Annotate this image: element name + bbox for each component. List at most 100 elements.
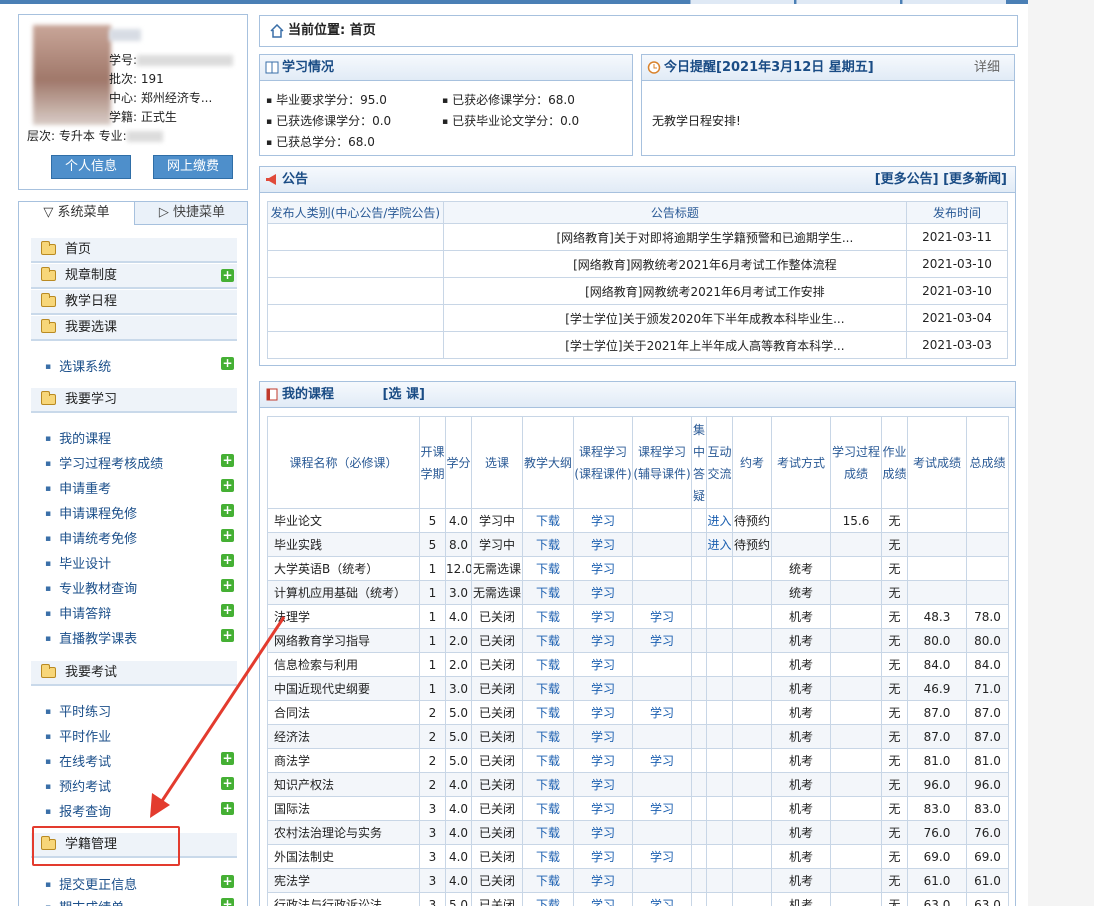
menu-item-course-system[interactable]: 选课系统 <box>45 356 111 375</box>
top-nav-button[interactable] <box>690 0 794 4</box>
top-nav-button[interactable] <box>796 0 900 4</box>
courseware-link[interactable]: 学习 <box>573 556 633 581</box>
course-cell <box>830 532 882 557</box>
menu-schedule[interactable]: 教学日程 <box>31 290 237 315</box>
menu-item-course-exemption[interactable]: 申请课程免修 <box>45 503 137 522</box>
syllabus-download-link[interactable]: 下载 <box>522 676 574 701</box>
plus-icon[interactable]: + <box>221 802 234 815</box>
plus-icon[interactable]: + <box>221 898 234 906</box>
menu-exam[interactable]: 我要考试 <box>31 661 237 686</box>
tutor-courseware-link[interactable]: 学习 <box>632 604 692 629</box>
tutor-courseware-link[interactable]: 学习 <box>632 796 692 821</box>
interaction-link[interactable]: 进入 <box>706 508 733 533</box>
syllabus-download-link[interactable]: 下载 <box>522 772 574 797</box>
menu-home[interactable]: 首页 <box>31 238 237 263</box>
plus-icon[interactable]: + <box>221 454 234 467</box>
menu-item-defense[interactable]: 申请答辩 <box>45 603 111 622</box>
courseware-link[interactable]: 学习 <box>573 844 633 869</box>
menu-item-live-schedule[interactable]: 直播教学课表 <box>45 628 137 647</box>
courseware-link[interactable]: 学习 <box>573 652 633 677</box>
syllabus-download-link[interactable]: 下载 <box>522 532 574 557</box>
tab-shortcut-menu[interactable]: ▷ 快捷菜单 <box>134 202 249 225</box>
notice-title-link[interactable]: [网络教育]网教统考2021年6月考试工作整体流程 <box>442 250 908 278</box>
menu-rules[interactable]: 规章制度 + <box>31 264 237 289</box>
notice-title-link[interactable]: [学士学位]关于颁发2020年下半年成教本科毕业生... <box>442 304 908 332</box>
menu-item-transcript[interactable]: 期末成绩单 <box>45 897 124 906</box>
menu-course-select[interactable]: 我要选课 <box>31 316 237 341</box>
syllabus-download-link[interactable]: 下载 <box>522 820 574 845</box>
plus-icon[interactable]: + <box>221 752 234 765</box>
more-news-link[interactable]: [更多新闻] <box>943 172 1007 187</box>
courseware-link[interactable]: 学习 <box>573 628 633 653</box>
syllabus-download-link[interactable]: 下载 <box>522 868 574 893</box>
notice-title-link[interactable]: [网络教育]网教统考2021年6月考试工作安排 <box>442 277 908 305</box>
tutor-courseware-link[interactable]: 学习 <box>632 844 692 869</box>
tutor-courseware-link[interactable]: 学习 <box>632 700 692 725</box>
courseware-link[interactable]: 学习 <box>573 772 633 797</box>
menu-item-my-courses[interactable]: 我的课程 <box>45 428 111 447</box>
syllabus-download-link[interactable]: 下载 <box>522 652 574 677</box>
menu-item-practice[interactable]: 平时练习 <box>45 701 111 720</box>
plus-icon[interactable]: + <box>221 529 234 542</box>
notice-title-link[interactable]: [网络教育]关于对即将逾期学生学籍预警和已逾期学生... <box>442 223 908 251</box>
syllabus-download-link[interactable]: 下载 <box>522 724 574 749</box>
courseware-link[interactable]: 学习 <box>573 676 633 701</box>
plus-icon[interactable]: + <box>221 777 234 790</box>
tutor-courseware-link[interactable]: 学习 <box>632 628 692 653</box>
menu-item-exam-query[interactable]: 报考查询 <box>45 801 111 820</box>
plus-icon[interactable]: + <box>221 504 234 517</box>
tutor-courseware-link[interactable]: 学习 <box>632 748 692 773</box>
profile-button[interactable]: 个人信息 <box>51 155 131 179</box>
menu-item-exam-exemption[interactable]: 申请统考免修 <box>45 528 137 547</box>
syllabus-download-link[interactable]: 下载 <box>522 892 574 906</box>
menu-item-retake[interactable]: 申请重考 <box>45 478 111 497</box>
syllabus-download-link[interactable]: 下载 <box>522 628 574 653</box>
more-notices-link[interactable]: [更多公告] <box>875 172 939 187</box>
syllabus-download-link[interactable]: 下载 <box>522 604 574 629</box>
payment-button[interactable]: 网上缴费 <box>153 155 233 179</box>
courseware-link[interactable]: 学习 <box>573 892 633 906</box>
plus-icon[interactable]: + <box>221 357 234 370</box>
courseware-link[interactable]: 学习 <box>573 508 633 533</box>
detail-link[interactable]: 详细 <box>974 55 1000 81</box>
notice-title-link[interactable]: [学士学位]关于2021年上半年成人高等教育本科学... <box>442 331 908 359</box>
menu-study[interactable]: 我要学习 <box>31 388 237 413</box>
syllabus-download-link[interactable]: 下载 <box>522 700 574 725</box>
menu-item-correction[interactable]: 提交更正信息 <box>45 874 137 893</box>
menu-item-homework[interactable]: 平时作业 <box>45 726 111 745</box>
courseware-link[interactable]: 学习 <box>573 820 633 845</box>
plus-icon[interactable]: + <box>221 554 234 567</box>
top-nav-button[interactable] <box>902 0 1006 4</box>
menu-item-textbook-query[interactable]: 专业教材查询 <box>45 578 137 597</box>
syllabus-download-link[interactable]: 下载 <box>522 556 574 581</box>
plus-icon[interactable]: + <box>221 629 234 642</box>
courseware-link[interactable]: 学习 <box>573 724 633 749</box>
tab-system-menu[interactable]: ▽ 系统菜单 <box>19 202 134 225</box>
plus-icon[interactable]: + <box>221 479 234 492</box>
courseware-link[interactable]: 学习 <box>573 604 633 629</box>
course-cell <box>706 700 733 725</box>
syllabus-download-link[interactable]: 下载 <box>522 508 574 533</box>
menu-item-graduation-design[interactable]: 毕业设计 <box>45 553 111 572</box>
interaction-link[interactable]: 进入 <box>706 532 733 557</box>
courseware-link[interactable]: 学习 <box>573 868 633 893</box>
syllabus-download-link[interactable]: 下载 <box>522 580 574 605</box>
courseware-link[interactable]: 学习 <box>573 700 633 725</box>
syllabus-download-link[interactable]: 下载 <box>522 748 574 773</box>
plus-icon[interactable]: + <box>221 875 234 888</box>
plus-icon[interactable]: + <box>221 269 234 282</box>
syllabus-download-link[interactable]: 下载 <box>522 796 574 821</box>
menu-item-book-exam[interactable]: 预约考试 <box>45 776 111 795</box>
courseware-link[interactable]: 学习 <box>573 580 633 605</box>
plus-icon[interactable]: + <box>221 579 234 592</box>
menu-item-online-exam[interactable]: 在线考试 <box>45 751 111 770</box>
courseware-link[interactable]: 学习 <box>573 748 633 773</box>
select-course-link[interactable]: [选 课] <box>383 387 425 402</box>
courseware-link[interactable]: 学习 <box>573 532 633 557</box>
tutor-courseware-link[interactable]: 学习 <box>632 892 692 906</box>
menu-item-process-scores[interactable]: 学习过程考核成绩 <box>45 453 163 472</box>
courseware-link[interactable]: 学习 <box>573 796 633 821</box>
plus-icon[interactable]: + <box>221 604 234 617</box>
notice-date: 2021-03-10 <box>906 277 1008 305</box>
syllabus-download-link[interactable]: 下载 <box>522 844 574 869</box>
